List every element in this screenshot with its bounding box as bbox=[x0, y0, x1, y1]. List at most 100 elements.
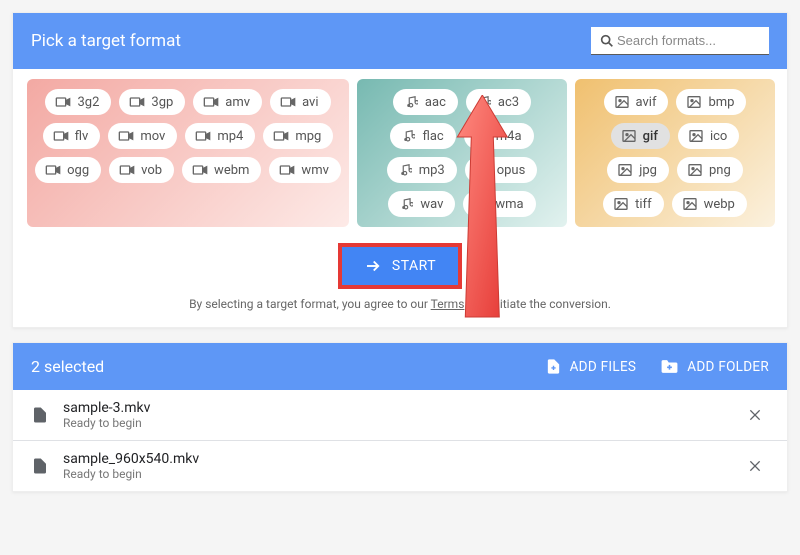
format-chip-m4a[interactable]: m4a bbox=[464, 123, 534, 149]
add-files-button[interactable]: ADD FILES bbox=[545, 358, 637, 375]
format-chip-png[interactable]: png bbox=[677, 157, 743, 183]
search-formats-input[interactable] bbox=[591, 27, 769, 55]
image-icon bbox=[688, 128, 704, 144]
format-label: jpg bbox=[639, 163, 657, 178]
search-field[interactable] bbox=[615, 29, 761, 52]
format-chip-opus[interactable]: opus bbox=[465, 157, 538, 183]
music-note-icon bbox=[474, 128, 490, 144]
format-chip-wma[interactable]: wma bbox=[463, 191, 535, 217]
format-label: webp bbox=[704, 197, 735, 212]
format-chip-mp3[interactable]: mp3 bbox=[387, 157, 457, 183]
format-chip-wav[interactable]: wav bbox=[388, 191, 455, 217]
selected-header: 2 selected ADD FILES ADD FOLDER bbox=[13, 343, 787, 390]
music-note-icon bbox=[476, 94, 492, 110]
format-label: 3g2 bbox=[77, 95, 99, 110]
format-chip-flv[interactable]: flv bbox=[43, 123, 101, 149]
selected-actions: ADD FILES ADD FOLDER bbox=[545, 358, 769, 375]
file-info: sample-3.mkvReady to begin bbox=[63, 400, 741, 430]
image-panel: avif bmp gif ico jpg png tiff webp bbox=[575, 79, 775, 227]
format-label: wav bbox=[420, 197, 443, 212]
video-icon bbox=[203, 94, 219, 110]
header-title: Pick a target format bbox=[31, 31, 181, 51]
remove-file-button[interactable] bbox=[741, 401, 769, 429]
format-chip-bmp[interactable]: bmp bbox=[676, 89, 746, 115]
format-chip-jpg[interactable]: jpg bbox=[607, 157, 669, 183]
image-icon bbox=[686, 94, 702, 110]
video-icon bbox=[192, 162, 208, 178]
file-list: sample-3.mkvReady to beginsample_960x540… bbox=[13, 390, 787, 491]
format-chip-avif[interactable]: avif bbox=[604, 89, 669, 115]
format-chip-ico[interactable]: ico bbox=[678, 123, 739, 149]
file-icon bbox=[31, 457, 49, 475]
format-label: avi bbox=[302, 95, 318, 110]
format-label: mpg bbox=[295, 129, 321, 144]
add-folder-button[interactable]: ADD FOLDER bbox=[660, 358, 769, 375]
image-icon bbox=[621, 128, 637, 144]
music-note-icon bbox=[473, 196, 489, 212]
video-icon bbox=[55, 94, 71, 110]
format-label: flv bbox=[75, 129, 89, 144]
format-label: vob bbox=[141, 163, 162, 178]
format-chip-webm[interactable]: webm bbox=[182, 157, 261, 183]
format-chip-vob[interactable]: vob bbox=[109, 157, 174, 183]
format-chip-mp4[interactable]: mp4 bbox=[185, 123, 255, 149]
format-label: ac3 bbox=[498, 95, 519, 110]
remove-file-button[interactable] bbox=[741, 452, 769, 480]
terms-link[interactable]: Terms bbox=[431, 297, 465, 311]
format-chip-tiff[interactable]: tiff bbox=[603, 191, 663, 217]
format-chip-flac[interactable]: flac bbox=[390, 123, 455, 149]
format-label: avif bbox=[636, 95, 657, 110]
format-chip-amv[interactable]: amv bbox=[193, 89, 262, 115]
terms-text: By selecting a target format, you agree … bbox=[13, 297, 787, 327]
format-chip-mov[interactable]: mov bbox=[108, 123, 177, 149]
video-icon bbox=[273, 128, 289, 144]
format-chip-gif[interactable]: gif bbox=[611, 123, 670, 149]
arrow-right-icon bbox=[364, 257, 382, 275]
format-label: webm bbox=[214, 163, 249, 178]
selected-files-card: 2 selected ADD FILES ADD FOLDER sample-3… bbox=[12, 342, 788, 492]
video-icon bbox=[45, 162, 61, 178]
format-label: tiff bbox=[635, 197, 651, 212]
music-note-icon bbox=[475, 162, 491, 178]
format-label: mp3 bbox=[419, 163, 445, 178]
image-icon bbox=[614, 94, 630, 110]
start-label: START bbox=[392, 258, 436, 274]
selected-count: 2 selected bbox=[31, 357, 104, 376]
video-icon bbox=[195, 128, 211, 144]
format-label: ico bbox=[710, 129, 727, 144]
file-row: sample-3.mkvReady to begin bbox=[13, 390, 787, 441]
format-chip-aac[interactable]: aac bbox=[393, 89, 458, 115]
format-label: mov bbox=[140, 129, 165, 144]
format-chip-mpg[interactable]: mpg bbox=[263, 123, 333, 149]
format-label: opus bbox=[497, 163, 526, 178]
format-label: bmp bbox=[708, 95, 734, 110]
video-icon bbox=[119, 162, 135, 178]
video-icon bbox=[53, 128, 69, 144]
file-name: sample-3.mkv bbox=[63, 400, 741, 416]
music-note-icon bbox=[400, 128, 416, 144]
audio-panel: aac ac3 flac m4a mp3 opus wav wma bbox=[357, 79, 567, 227]
format-chip-ac3[interactable]: ac3 bbox=[466, 89, 531, 115]
music-note-icon bbox=[398, 196, 414, 212]
format-chip-ogg[interactable]: ogg bbox=[35, 157, 101, 183]
format-chip-wmv[interactable]: wmv bbox=[269, 157, 340, 183]
image-icon bbox=[613, 196, 629, 212]
file-info: sample_960x540.mkvReady to begin bbox=[63, 451, 741, 481]
file-row: sample_960x540.mkvReady to begin bbox=[13, 441, 787, 491]
image-icon bbox=[617, 162, 633, 178]
format-chip-3gp[interactable]: 3gp bbox=[119, 89, 185, 115]
add-folder-icon bbox=[660, 358, 679, 375]
music-note-icon bbox=[397, 162, 413, 178]
video-icon bbox=[280, 94, 296, 110]
file-status: Ready to begin bbox=[63, 467, 741, 481]
format-chip-webp[interactable]: webp bbox=[672, 191, 747, 217]
format-chip-avi[interactable]: avi bbox=[270, 89, 330, 115]
format-chip-3g2[interactable]: 3g2 bbox=[45, 89, 111, 115]
format-header: Pick a target format bbox=[13, 13, 787, 69]
start-button[interactable]: START bbox=[338, 243, 462, 289]
file-status: Ready to begin bbox=[63, 416, 741, 430]
format-label: png bbox=[709, 163, 731, 178]
format-label: wma bbox=[495, 197, 523, 212]
format-picker-card: Pick a target format 3g2 3gp amv avi flv mov m… bbox=[12, 12, 788, 328]
format-label: flac bbox=[422, 129, 443, 144]
